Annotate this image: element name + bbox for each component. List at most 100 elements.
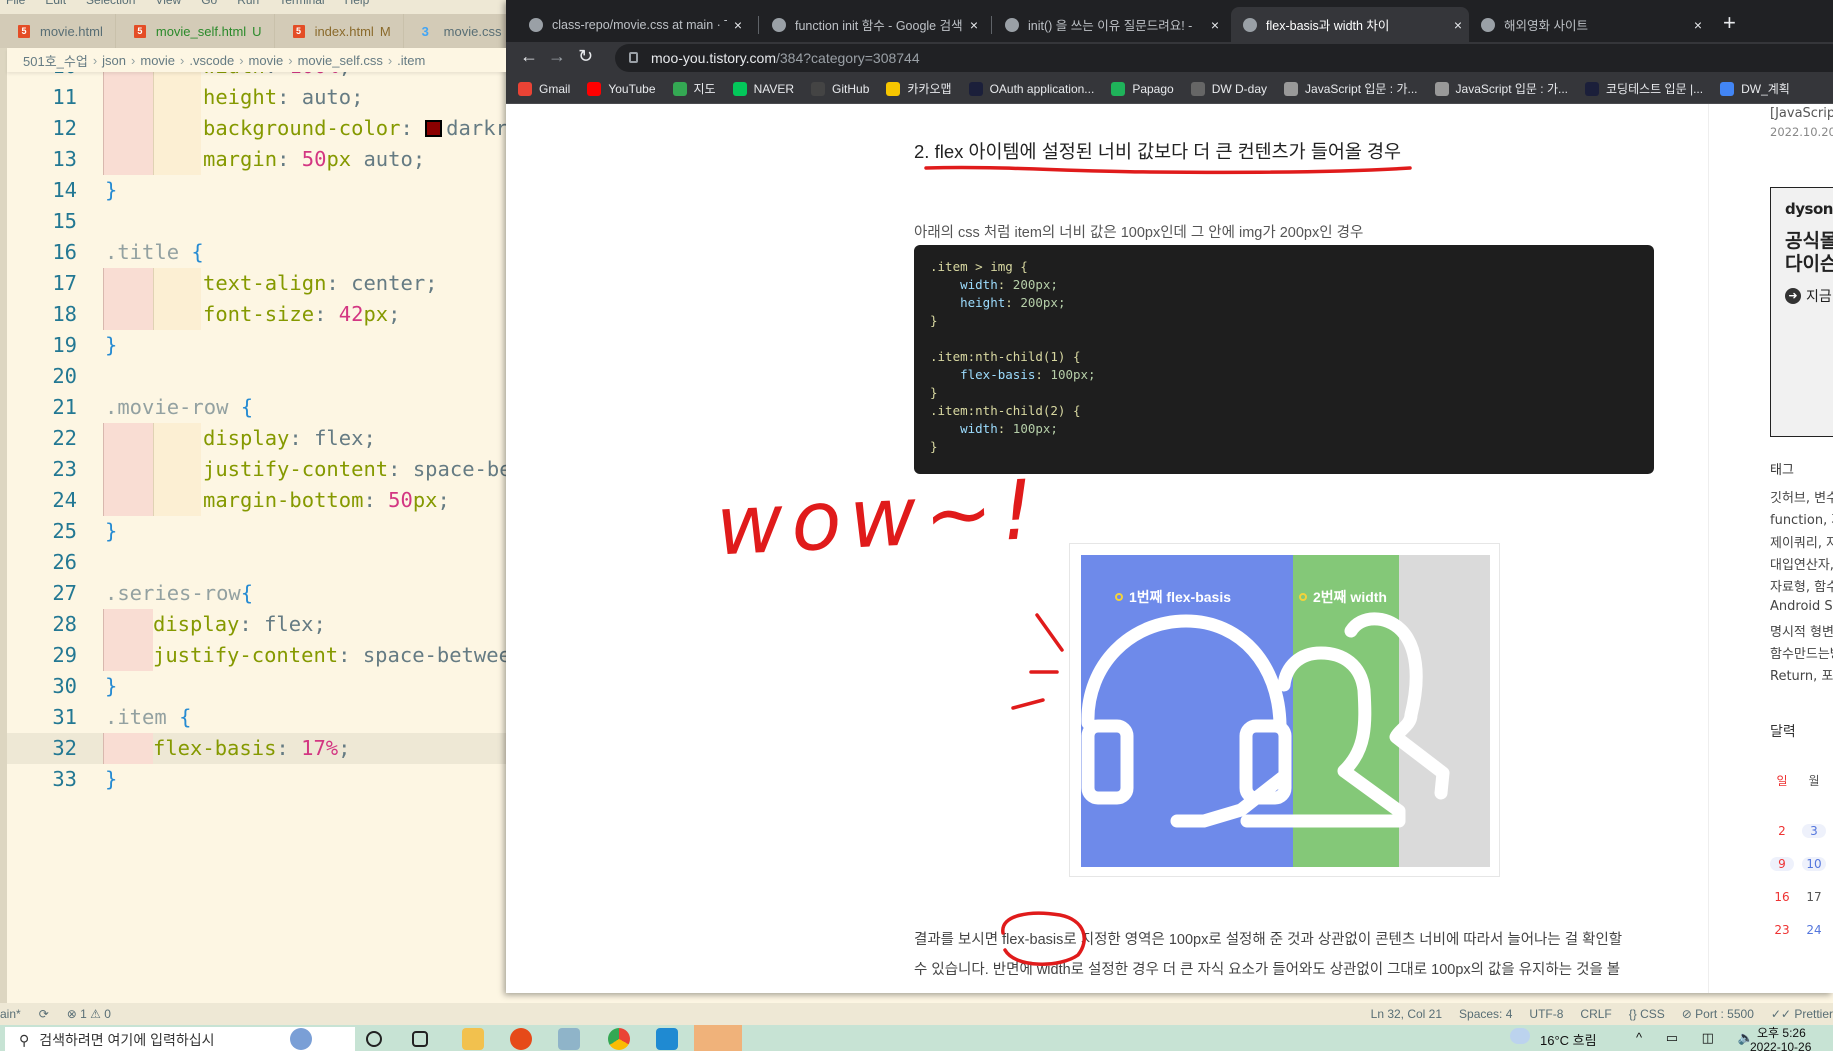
close-icon[interactable]: × [1204,17,1226,33]
bookmark[interactable]: Gmail [518,81,570,96]
ad-cta[interactable]: ➜ 지금 [1785,286,1833,306]
code-token: 42 [338,302,364,326]
calendar-day[interactable]: 2 [1770,824,1794,838]
task-view-icon[interactable] [412,1031,428,1047]
bookmark[interactable]: YouTube [587,81,656,96]
close-icon[interactable]: × [727,17,749,33]
bookmark[interactable]: 카카오맵 [886,80,952,97]
sync-icon[interactable]: ⟳ [39,1007,49,1021]
git-branch[interactable]: main* [0,1007,21,1021]
tag-link[interactable]: 깃허브, 변수 [1770,487,1833,506]
browser-tab[interactable]: 해외영화 사이트 × [1469,7,1709,42]
reload-icon[interactable]: ↻ [578,46,593,67]
forward-icon[interactable]: → [548,46,566,67]
tag-link[interactable]: 자료형, 함수 [1770,576,1833,595]
calendar-day[interactable]: 17 [1802,890,1826,904]
breadcrumb-item[interactable]: movie [140,53,175,68]
prev-post-category[interactable]: [JavaScript] [1770,106,1833,121]
status-item[interactable]: Ln 32, Col 21 [1371,1007,1442,1021]
indent-guide [153,299,201,330]
kakaotalk-icon[interactable] [694,1025,742,1051]
tag-link[interactable]: Return, 포트 [1770,665,1833,684]
ad-line-1: 공식몰 [1785,230,1833,252]
bookmark[interactable]: GitHub [811,81,869,96]
breadcrumb-item[interactable]: json [102,53,126,68]
status-item[interactable]: {} CSS [1629,1007,1665,1021]
status-item[interactable]: CRLF [1580,1007,1611,1021]
calendar-day[interactable]: 10 [1802,857,1826,871]
bookmark[interactable]: JavaScript 입문 : 가... [1434,80,1568,97]
tag-link[interactable]: 대입연산자, [1770,554,1833,573]
browser-tab[interactable]: init() 을 쓰는 이유 질문드려요! - × [993,7,1226,42]
address-bar[interactable]: moo-you.tistory.com/384?category=308744 [615,44,1833,72]
bookmark[interactable]: NAVER [732,81,794,96]
editor-tab[interactable]: 5 movie.html [0,14,116,48]
tray-icons[interactable]: ^ ▭ ◫ 🔈 [1636,1030,1764,1046]
bookmark[interactable]: 지도 [672,80,716,97]
tag-link[interactable]: 함수만드는방 [1770,643,1833,662]
bookmark[interactable]: 코딩테스트 입문 |... [1585,80,1703,97]
bookmark[interactable]: JavaScript 입문 : 가... [1284,80,1418,97]
bookmark[interactable]: DW D-day [1190,81,1267,96]
clock-date[interactable]: 2022-10-26 [1750,1040,1811,1051]
menu-item-view[interactable]: View [155,0,181,7]
clock-time[interactable]: 오후 5:26 [1757,1025,1806,1041]
tab-label: index.html [314,23,374,39]
bookmark[interactable]: DW_계획 [1720,80,1790,97]
editor-tab[interactable]: 5 movie_self.html U [116,14,275,48]
breadcrumb-item[interactable]: .item [397,53,425,68]
menu-item-help[interactable]: Help [345,0,370,7]
close-icon[interactable]: × [1447,17,1469,33]
menu-item-terminal[interactable]: Terminal [279,0,324,7]
close-icon[interactable]: × [963,17,985,33]
menu-item-run[interactable]: Run [237,0,259,7]
close-icon[interactable]: × [1687,17,1709,33]
calendar-day[interactable]: 24 [1802,923,1826,937]
widget-icon[interactable] [290,1028,312,1050]
status-item[interactable]: Spaces: 4 [1459,1007,1512,1021]
breadcrumb-item[interactable]: .vscode [189,53,234,68]
breadcrumb-item[interactable]: 501호_수업 [23,51,88,70]
breadcrumb-item[interactable]: movie [249,53,284,68]
status-item[interactable]: ✓✓ Prettier [1771,1007,1833,1021]
advertisement[interactable]: dyson 공식몰 다이슨 ➜ 지금 [1770,187,1833,437]
status-item[interactable]: ⊘ Port : 5500 [1682,1007,1754,1021]
color-swatch[interactable] [425,120,443,137]
app-icon[interactable] [510,1028,532,1050]
menu-item-edit[interactable]: Edit [45,0,66,7]
code-line: 31 .item { [7,702,506,733]
breadcrumb-item[interactable]: movie_self.css [298,53,383,68]
weather-text[interactable]: 16°C 흐림 [1540,1030,1597,1049]
calendar-day[interactable]: 16 [1770,890,1794,904]
calendar-day[interactable]: 9 [1770,857,1794,871]
globe-icon [1481,17,1495,32]
app-icon[interactable] [558,1028,580,1050]
tag-link[interactable]: 제이쿼리, 자 [1770,532,1833,551]
menu-item-file[interactable]: File [6,0,25,7]
menu-item-go[interactable]: Go [201,0,217,7]
status-item[interactable]: UTF-8 [1529,1007,1563,1021]
tag-link[interactable]: 명시적 형변환 [1770,621,1833,640]
problems-indicator[interactable]: ⊗ 1 ⚠ 0 [67,1007,111,1021]
file-explorer-icon[interactable] [462,1028,484,1050]
back-icon[interactable]: ← [520,46,538,67]
calendar-day[interactable]: 23 [1770,923,1794,937]
bookmark[interactable]: Papago [1111,81,1174,96]
chrome-icon[interactable] [608,1028,630,1050]
html-icon: 5 [292,24,305,38]
bookmark[interactable]: OAuth application... [968,81,1094,96]
code-editor[interactable]: 10 width: 100%; 11 height: auto; 12 backgroun… [7,72,506,1003]
cortana-icon[interactable] [366,1031,382,1047]
editor-tab[interactable]: 5 index.html M [275,14,404,48]
editor-tab[interactable]: 3 movie.css [404,14,506,48]
browser-tab[interactable]: class-repo/movie.css at main · T × [517,7,749,42]
browser-tab[interactable]: function init 함수 - Google 검색 × [760,7,985,42]
browser-tab[interactable]: flex-basis과 width 차이 × [1231,7,1469,42]
tag-link[interactable]: function, 자 [1770,509,1833,528]
tag-link[interactable]: Android Stu [1770,599,1833,614]
ad-brand: dyson [1785,200,1833,218]
vscode-icon[interactable] [656,1028,678,1050]
new-tab-button[interactable]: + [1723,10,1736,36]
calendar-day[interactable]: 3 [1802,824,1826,838]
menu-item-selection[interactable]: Selection [86,0,135,7]
